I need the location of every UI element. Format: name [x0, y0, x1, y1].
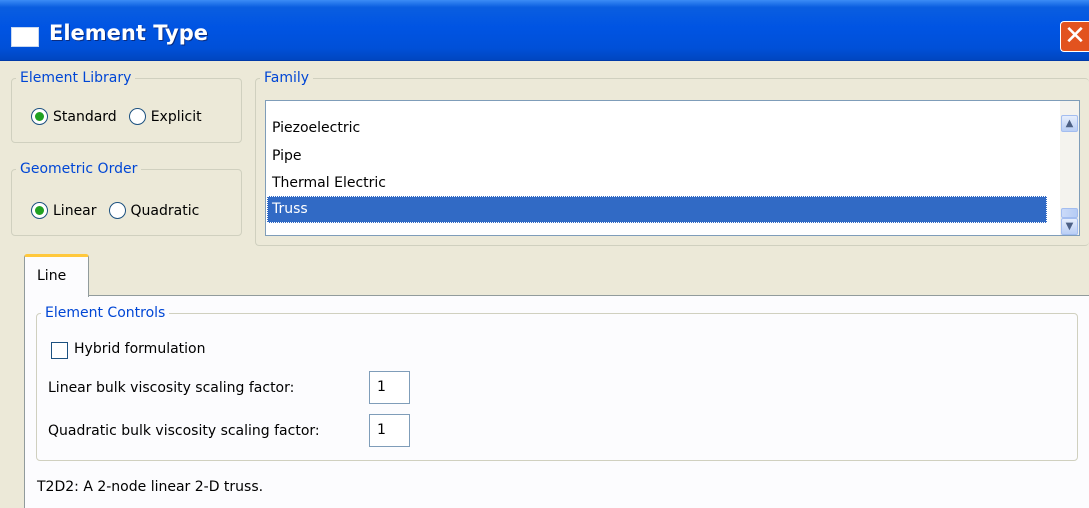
family-legend: Family — [264, 70, 310, 86]
hybrid-label[interactable]: Hybrid formulation — [74, 341, 205, 357]
scroll-down-icon[interactable]: ▼ — [1061, 218, 1078, 235]
element-library-options: Standard Explicit — [31, 108, 214, 125]
title-bar[interactable]: Element Type ✕ — [0, 0, 1089, 61]
scroll-thumb[interactable] — [1061, 208, 1078, 218]
element-controls-legend: Element Controls — [45, 305, 166, 321]
radio-selected-dot — [35, 206, 44, 215]
geometric-order-legend: Geometric Order — [20, 161, 138, 177]
linear-viscosity-input[interactable]: 1 — [369, 371, 410, 404]
family-listbox[interactable]: Piezoelectric Pipe Thermal Electric Trus… — [265, 100, 1080, 236]
quadratic-viscosity-input[interactable]: 1 — [369, 414, 410, 447]
window-icon — [11, 27, 39, 47]
linear-viscosity-label: Linear bulk viscosity scaling factor: — [48, 380, 295, 396]
element-description: T2D2: A 2-node linear 2-D truss. — [37, 479, 264, 495]
list-item-piezoelectric[interactable]: Piezoelectric — [267, 115, 1047, 142]
standard-label[interactable]: Standard — [53, 109, 117, 125]
element-library-legend: Element Library — [20, 70, 132, 86]
list-item-pipe[interactable]: Pipe — [267, 143, 1047, 170]
linear-label[interactable]: Linear — [53, 203, 97, 219]
tab-panel: Element Controls Hybrid formulation Line… — [24, 295, 1089, 508]
close-button[interactable]: ✕ — [1060, 21, 1089, 52]
dialog-body: Element Library Standard Explicit Geomet… — [0, 61, 1089, 508]
explicit-radio[interactable] — [128, 108, 146, 125]
geometric-order-group: Geometric Order — [11, 161, 242, 236]
window-title: Element Type — [49, 21, 209, 45]
radio-selected-dot — [35, 112, 44, 121]
quadratic-radio[interactable] — [108, 202, 126, 219]
element-library-group: Element Library — [11, 70, 242, 143]
list-item-truss[interactable]: Truss — [267, 196, 1047, 223]
tab-line-label: Line — [37, 268, 67, 284]
hybrid-checkbox[interactable] — [51, 342, 68, 359]
geometric-order-options: Linear Quadratic — [31, 202, 211, 219]
family-scrollbar[interactable]: ▲ ▼ — [1060, 101, 1079, 235]
quadratic-viscosity-label: Quadratic bulk viscosity scaling factor: — [48, 423, 320, 439]
linear-radio[interactable] — [31, 202, 48, 219]
explicit-label[interactable]: Explicit — [151, 109, 202, 125]
quadratic-label[interactable]: Quadratic — [131, 203, 200, 219]
scroll-up-icon[interactable]: ▲ — [1061, 115, 1078, 132]
list-item-thermal-electric[interactable]: Thermal Electric — [267, 170, 1047, 197]
standard-radio[interactable] — [31, 108, 48, 125]
tab-line[interactable]: Line — [24, 254, 89, 297]
